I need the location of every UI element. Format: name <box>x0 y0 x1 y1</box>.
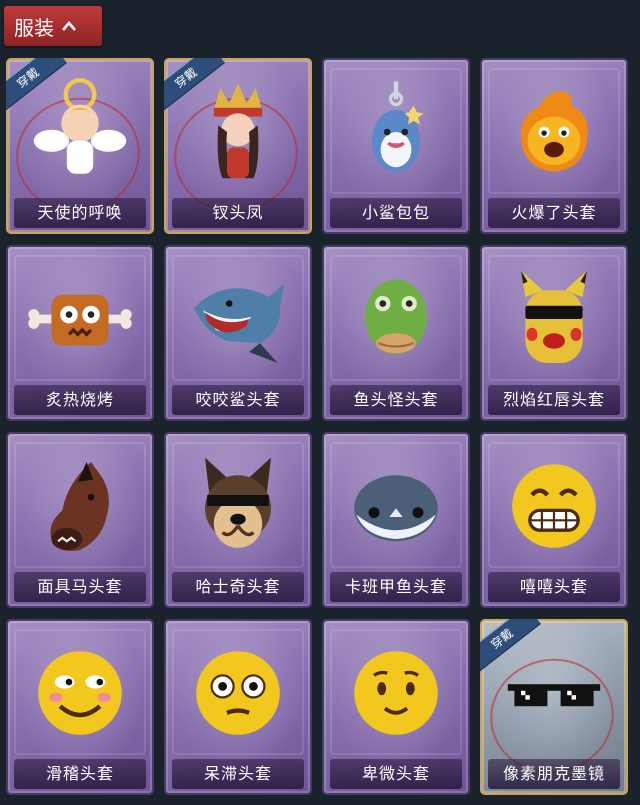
costume-label: 像素朋克墨镜 <box>488 759 620 789</box>
stunned-emoji-head-icon <box>164 629 312 757</box>
costume-card[interactable]: 穿戴 像素朋克墨镜 <box>480 619 628 795</box>
costume-card[interactable]: 呆滞头套 <box>164 619 312 795</box>
red-lips-head-icon <box>480 255 628 383</box>
grin-emoji-head-icon <box>480 442 628 570</box>
fire-head-icon <box>480 68 628 196</box>
costume-label: 鱼头怪头套 <box>330 385 462 415</box>
humble-emoji-head-icon <box>322 629 470 757</box>
costume-label: 小鲨包包 <box>330 198 462 228</box>
costume-label: 卡班甲鱼头套 <box>330 572 462 602</box>
costume-card[interactable]: 鱼头怪头套 <box>322 245 470 421</box>
bbq-meat-icon <box>6 255 154 383</box>
costume-card[interactable]: 滑稽头套 <box>6 619 154 795</box>
costume-label: 呆滞头套 <box>172 759 304 789</box>
costume-tab-label: 服装 <box>14 15 54 40</box>
costume-card[interactable]: 烈焰红唇头套 <box>480 245 628 421</box>
costume-label: 烈焰红唇头套 <box>488 385 620 415</box>
turtle-head-icon <box>322 442 470 570</box>
costume-tab[interactable]: 服装 <box>4 6 102 46</box>
costume-grid: 穿戴 天使的呼唤 穿戴 钗头凤 小鲨包包 火爆了头套 炙热烧烤 咬咬鲨头套 鱼头… <box>6 58 628 795</box>
shark-head-icon <box>164 255 312 383</box>
costume-label: 面具马头套 <box>14 572 146 602</box>
funny-emoji-head-icon <box>6 629 154 757</box>
costume-label: 哈士奇头套 <box>172 572 304 602</box>
costume-label: 钗头凤 <box>172 198 304 228</box>
costume-card[interactable]: 卑微头套 <box>322 619 470 795</box>
costume-label: 嘻嘻头套 <box>488 572 620 602</box>
costume-label: 炙热烧烤 <box>14 385 146 415</box>
chevron-up-icon <box>62 21 76 31</box>
costume-label: 咬咬鲨头套 <box>172 385 304 415</box>
costume-label: 滑稽头套 <box>14 759 146 789</box>
costume-card[interactable]: 火爆了头套 <box>480 58 628 234</box>
costume-card[interactable]: 炙热烧烤 <box>6 245 154 421</box>
costume-label: 卑微头套 <box>330 759 462 789</box>
costume-label: 火爆了头套 <box>488 198 620 228</box>
costume-card[interactable]: 小鲨包包 <box>322 58 470 234</box>
horse-head-icon <box>6 442 154 570</box>
costume-label: 天使的呼唤 <box>14 198 146 228</box>
costume-card[interactable]: 面具马头套 <box>6 432 154 608</box>
costume-card[interactable]: 咬咬鲨头套 <box>164 245 312 421</box>
costume-card[interactable]: 卡班甲鱼头套 <box>322 432 470 608</box>
costume-card[interactable]: 哈士奇头套 <box>164 432 312 608</box>
shark-bag-icon <box>322 68 470 196</box>
costume-card[interactable]: 穿戴 天使的呼唤 <box>6 58 154 234</box>
husky-head-icon <box>164 442 312 570</box>
costume-card[interactable]: 嘻嘻头套 <box>480 432 628 608</box>
fish-head-icon <box>322 255 470 383</box>
costume-card[interactable]: 穿戴 钗头凤 <box>164 58 312 234</box>
